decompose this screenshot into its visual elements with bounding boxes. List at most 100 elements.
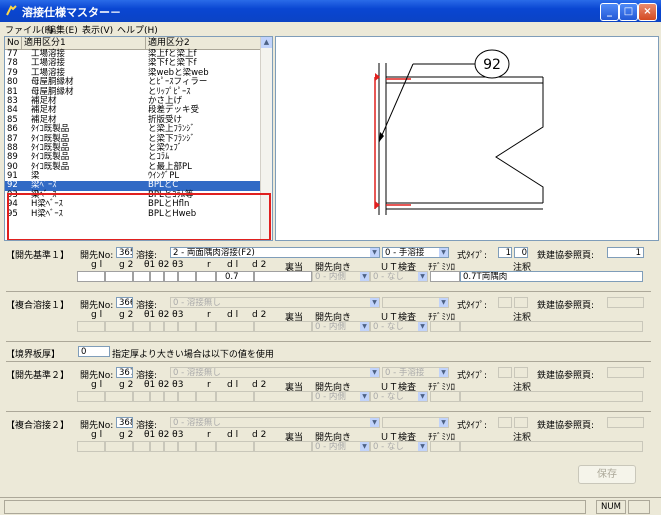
formula-type-b[interactable] [514,297,528,308]
param-cell[interactable] [77,391,105,402]
param-cell[interactable] [150,321,164,332]
dropdown-arrow-icon[interactable]: ▼ [370,368,379,377]
ut-inspection-select[interactable]: 0 - なし ▼ [370,391,428,402]
dropdown-arrow-icon[interactable]: ▼ [370,418,379,427]
weld-method-select[interactable]: ▼ [382,297,449,308]
formula-type-a[interactable] [498,417,512,428]
list-scrollbar[interactable]: ▲ [260,37,272,240]
groove-direction-select[interactable]: 0 - 内側 ▼ [312,391,370,402]
dropdown-arrow-icon[interactable]: ▼ [439,248,448,257]
param-cell[interactable] [105,271,133,282]
formula-type-a[interactable] [498,297,512,308]
param-cell[interactable] [133,391,150,402]
weld-method-select[interactable]: 0 - 手溶接 ▼ [382,367,449,378]
weld-type-select[interactable]: 0 - 溶接無し ▼ [170,417,380,428]
param-cell[interactable] [150,441,164,452]
weld-method-select[interactable]: ▼ [382,417,449,428]
param-cell[interactable] [196,441,216,452]
weld-spec-list[interactable]: No 適用区分1 適用区分2 77 工場溶接 梁上fと梁上f 78 工場溶接 梁下fと梁下… [4,36,273,241]
note-input[interactable]: 0.7T両隅肉 [460,271,643,282]
param-cell[interactable] [164,321,178,332]
note-input[interactable] [460,391,643,402]
chidemi-input[interactable] [430,441,460,452]
dropdown-arrow-icon[interactable]: ▼ [418,392,427,401]
param-cell[interactable] [196,321,216,332]
param-cell[interactable] [164,271,178,282]
param-cell[interactable] [105,391,133,402]
chidemi-input[interactable] [430,391,460,402]
param-d1-input[interactable]: 0.7 [216,271,254,282]
menu-help[interactable]: ヘルプ(H) [117,23,158,36]
list-item[interactable]: 95 H梁ﾍﾞｰｽ BPLとHweb [5,209,261,219]
param-cell[interactable] [77,441,105,452]
param-cell[interactable] [105,321,133,332]
weld-type-select[interactable]: 0 - 溶接無し ▼ [170,367,380,378]
note-input[interactable] [460,441,643,452]
column-header-no[interactable]: No [5,37,22,49]
param-d1-input[interactable] [216,441,254,452]
param-d2-input[interactable] [254,441,312,452]
formula-type-a[interactable] [498,367,512,378]
dropdown-arrow-icon[interactable]: ▼ [439,298,448,307]
weld-method-select[interactable]: 0 - 手溶接 ▼ [382,247,449,258]
ut-inspection-select[interactable]: 0 - なし ▼ [370,271,428,282]
param-cell[interactable] [178,321,196,332]
dropdown-arrow-icon[interactable]: ▼ [418,442,427,451]
minimize-button[interactable]: _ [600,3,619,21]
param-d2-input[interactable] [254,391,312,402]
formula-type-b[interactable] [514,417,528,428]
formula-type-b[interactable]: 0 [514,247,528,258]
groove-direction-select[interactable]: 0 - 内側 ▼ [312,271,370,282]
param-cell[interactable] [196,391,216,402]
boundary-thickness-input[interactable]: 0 [78,346,110,357]
list-item[interactable]: 90 ﾀｲｺ既製品 と最上部PL [5,162,261,172]
weld-type-select[interactable]: 2 - 両面隅肉溶接(F2) ▼ [170,247,380,258]
param-cell[interactable] [77,271,105,282]
menu-edit[interactable]: 編集(E) [47,23,78,36]
maximize-button[interactable]: □ [619,3,638,21]
param-cell[interactable] [77,321,105,332]
groove-no-input[interactable]: 368 [116,417,133,428]
param-cell[interactable] [133,441,150,452]
chidemi-input[interactable] [430,271,460,282]
param-cell[interactable] [164,391,178,402]
dropdown-arrow-icon[interactable]: ▼ [370,248,379,257]
dropdown-arrow-icon[interactable]: ▼ [360,442,369,451]
param-cell[interactable] [150,391,164,402]
dropdown-arrow-icon[interactable]: ▼ [439,368,448,377]
reference-page-input[interactable] [607,367,644,378]
note-input[interactable] [460,321,643,332]
param-cell[interactable] [164,441,178,452]
param-d2-input[interactable] [254,321,312,332]
weld-type-select[interactable]: 0 - 溶接無し ▼ [170,297,380,308]
param-d1-input[interactable] [216,321,254,332]
ut-inspection-select[interactable]: 0 - なし ▼ [370,321,428,332]
param-cell[interactable] [133,271,150,282]
param-cell[interactable] [133,321,150,332]
dropdown-arrow-icon[interactable]: ▼ [418,322,427,331]
param-cell[interactable] [150,271,164,282]
groove-direction-select[interactable]: 0 - 内側 ▼ [312,321,370,332]
scroll-up-icon[interactable]: ▲ [261,37,272,48]
reference-page-input[interactable] [607,417,644,428]
param-cell[interactable] [178,441,196,452]
param-cell[interactable] [178,271,196,282]
param-cell[interactable] [178,391,196,402]
reference-page-input[interactable]: 1 [607,247,644,258]
param-d1-input[interactable] [216,391,254,402]
formula-type-b[interactable] [514,367,528,378]
dropdown-arrow-icon[interactable]: ▼ [360,392,369,401]
groove-no-input[interactable]: 365 [116,247,133,258]
dropdown-arrow-icon[interactable]: ▼ [370,298,379,307]
column-header-category2[interactable]: 適用区分2 [146,37,262,49]
dropdown-arrow-icon[interactable]: ▼ [360,272,369,281]
reference-page-input[interactable] [607,297,644,308]
dropdown-arrow-icon[interactable]: ▼ [439,418,448,427]
dropdown-arrow-icon[interactable]: ▼ [418,272,427,281]
menu-view[interactable]: 表示(V) [82,23,113,36]
param-d2-input[interactable] [254,271,312,282]
param-cell[interactable] [105,441,133,452]
menu-file[interactable]: ファイル(F) [5,23,53,36]
save-button[interactable]: 保存 [578,465,636,484]
ut-inspection-select[interactable]: 0 - なし ▼ [370,441,428,452]
